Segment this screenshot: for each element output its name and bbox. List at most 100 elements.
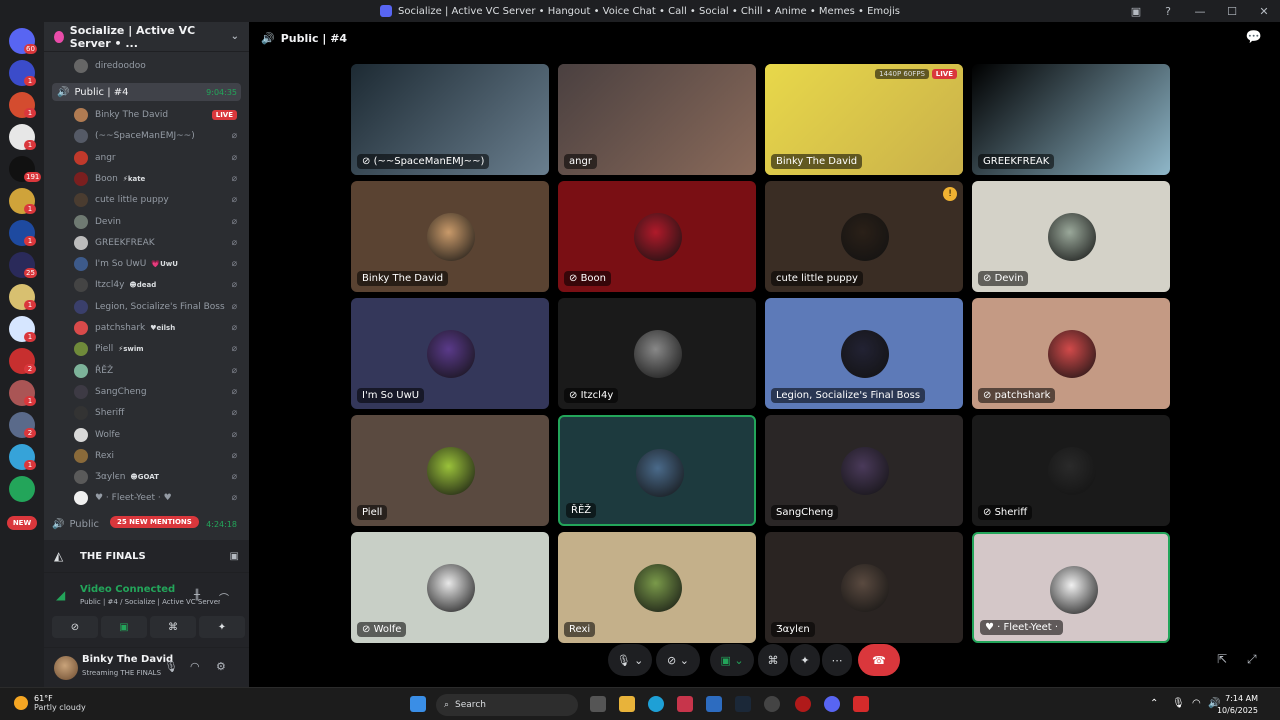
screen-share-button[interactable]: ▣ ⌄ xyxy=(710,644,754,676)
video-tile[interactable]: ⊘ Wolfe xyxy=(351,532,549,643)
voice-member[interactable]: GREEKFREAK ⌀ xyxy=(74,233,241,253)
microphone-button[interactable]: 🎙 ⌄ xyxy=(608,644,652,676)
clock[interactable]: 7:14 AM 10/6/2025 xyxy=(1217,693,1258,717)
noise-suppression-icon[interactable]: ╫ xyxy=(194,590,200,601)
search-box[interactable]: ⌕ Search xyxy=(436,694,578,716)
participant-name: angr xyxy=(564,154,597,169)
voice-member[interactable]: Devin ⌀ xyxy=(74,212,241,232)
video-tile[interactable]: ⊘ Itzcl4y xyxy=(558,298,756,409)
voice-member[interactable]: Itzcl4y ☻dead ⌀ xyxy=(74,275,241,295)
video-tile[interactable]: Rexi xyxy=(558,532,756,643)
opera-icon[interactable] xyxy=(795,696,811,712)
steam-icon[interactable] xyxy=(735,696,751,712)
video-tile[interactable]: ⊘ Devin xyxy=(972,181,1170,292)
activities-button[interactable]: ⌘ xyxy=(758,644,788,676)
camera-button[interactable]: ⊘ ⌄ xyxy=(656,644,700,676)
wifi-icon[interactable]: ◠ xyxy=(1192,698,1201,709)
disconnect-icon[interactable]: ⌒ xyxy=(219,590,229,605)
voice-member[interactable]: Boon ⚡kate ⌀ xyxy=(74,169,241,189)
new-unreads-pill[interactable]: NEW xyxy=(7,516,37,530)
chevron-up-icon[interactable]: ⌃ xyxy=(1150,698,1158,709)
camera-off-button[interactable]: ⊘ xyxy=(52,616,98,638)
app-icon[interactable] xyxy=(677,696,693,712)
activities-button[interactable]: ⌘ xyxy=(150,616,196,638)
voice-member[interactable]: Rexi ⌀ xyxy=(74,446,241,466)
server-icon[interactable] xyxy=(9,476,35,502)
voice-member[interactable]: cute little puppy ⌀ xyxy=(74,190,241,210)
voice-member[interactable]: I'm So UwU 💗UwU ⌀ xyxy=(74,254,241,274)
video-tile[interactable]: ⊘ (~~SpaceManEMJ~~) xyxy=(351,64,549,175)
fullscreen-icon[interactable]: ⤢ xyxy=(1247,652,1257,667)
voice-member[interactable]: Sheriff ⌀ xyxy=(74,403,241,423)
list-item[interactable]: diredoodoo xyxy=(74,56,241,76)
microphone-icon[interactable]: 🎙 xyxy=(164,660,178,673)
gear-icon[interactable]: ⚙ xyxy=(216,660,226,673)
voice-member[interactable]: Ʒαylєn ☻GOAT ⌀ xyxy=(74,467,241,487)
close-button[interactable]: ✕ xyxy=(1248,0,1280,22)
task-view-icon[interactable] xyxy=(590,696,606,712)
microphone-icon[interactable]: 🎙 xyxy=(1172,698,1185,709)
avatar[interactable] xyxy=(54,656,78,680)
soundboard-button[interactable]: ✦ xyxy=(790,644,820,676)
server-header[interactable]: Socialize | Active VC Server • ... ⌄ xyxy=(44,22,249,52)
discord-icon[interactable] xyxy=(824,696,840,712)
help-icon[interactable]: ? xyxy=(1152,0,1184,22)
new-mentions-pill[interactable]: 25 NEW MENTIONS xyxy=(110,516,199,528)
more-options-button[interactable]: ⋯ xyxy=(822,644,852,676)
video-tile[interactable]: SangCheng xyxy=(765,415,963,526)
notes-icon[interactable] xyxy=(706,696,722,712)
obs-icon[interactable] xyxy=(764,696,780,712)
member-name: Legion, Socialize's Final Boss xyxy=(95,301,225,312)
voice-member[interactable]: ♥ · Fleet-Yeet · ♥ ⌀ xyxy=(74,488,241,508)
voice-status[interactable]: Video Connected xyxy=(80,584,175,595)
video-tile[interactable]: ⊘ Sheriff xyxy=(972,415,1170,526)
video-tile[interactable]: ŘĚŽ xyxy=(558,415,756,526)
inbox-icon[interactable]: ▣ xyxy=(1120,0,1152,22)
participant-name: ♥ · Fleet-Yeet · xyxy=(980,620,1064,635)
minimize-button[interactable]: — xyxy=(1184,0,1216,22)
voice-member[interactable]: SangCheng ⌀ xyxy=(74,382,241,402)
the-finals-icon[interactable] xyxy=(853,696,869,712)
video-tile[interactable]: ⊘ Boon xyxy=(558,181,756,292)
video-tile[interactable]: Legion, Socialize's Final Boss xyxy=(765,298,963,409)
participant-name: Ʒαylєn xyxy=(771,622,815,637)
voice-member[interactable]: (~~SpaceManEMJ~~) ⌀ xyxy=(74,126,241,146)
chat-icon[interactable]: 💬 xyxy=(1246,30,1262,45)
avatar xyxy=(1048,213,1096,261)
video-tile[interactable]: ! cute little puppy xyxy=(765,181,963,292)
hang-up-button[interactable]: ☎ xyxy=(858,644,900,676)
video-tile[interactable]: Piell xyxy=(351,415,549,526)
status-icon: ⌀ xyxy=(231,131,237,142)
maximize-button[interactable]: ☐ xyxy=(1216,0,1248,22)
file-explorer-icon[interactable] xyxy=(619,696,635,712)
headphones-icon[interactable]: ◠ xyxy=(190,660,200,673)
voice-member[interactable]: angr ⌀ xyxy=(74,148,241,168)
voice-member[interactable]: patchshark ♥eilsh ⌀ xyxy=(74,318,241,338)
video-tile[interactable]: Binky The David xyxy=(351,181,549,292)
voice-member[interactable]: Legion, Socialize's Final Boss ⌀ xyxy=(74,297,241,317)
voice-member[interactable]: ŘĚŽ ⌀ xyxy=(74,361,241,381)
voice-member[interactable]: Binky The David LIVE xyxy=(74,105,241,125)
screen-share-button[interactable]: ▣ xyxy=(101,616,147,638)
start-icon[interactable] xyxy=(410,696,426,712)
video-tile[interactable]: ⊘ patchshark xyxy=(972,298,1170,409)
video-tile[interactable]: ♥ · Fleet-Yeet · xyxy=(972,532,1170,643)
edge-icon[interactable] xyxy=(648,696,664,712)
pop-out-icon[interactable]: ⇱ xyxy=(1217,652,1227,666)
video-tile[interactable]: 1440P 60FPS LIVE Binky The David xyxy=(765,64,963,175)
soundboard-button[interactable]: ✦ xyxy=(199,616,245,638)
user-name[interactable]: Binky The David xyxy=(82,654,173,665)
activity-bar[interactable]: ◭ THE FINALS ▣ xyxy=(44,540,249,572)
unread-badge: 2 xyxy=(24,364,36,374)
participant-name-text: GREEKFREAK xyxy=(983,156,1050,167)
voice-member[interactable]: Wolfe ⌀ xyxy=(74,425,241,445)
video-tile[interactable]: I'm So UwU xyxy=(351,298,549,409)
search-icon: ⌕ xyxy=(444,700,450,710)
stream-preview-icon[interactable]: ▣ xyxy=(230,551,239,562)
video-tile[interactable]: GREEKFREAK xyxy=(972,64,1170,175)
voice-channel-public-4[interactable]: 🔊 Public | #4 9:04:35 xyxy=(52,83,241,101)
voice-member[interactable]: Piell ⚡swim ⌀ xyxy=(74,339,241,359)
video-tile[interactable]: Ʒαylєn xyxy=(765,532,963,643)
video-tile[interactable]: angr xyxy=(558,64,756,175)
weather-widget[interactable]: 61°F Partly cloudy xyxy=(14,694,86,712)
